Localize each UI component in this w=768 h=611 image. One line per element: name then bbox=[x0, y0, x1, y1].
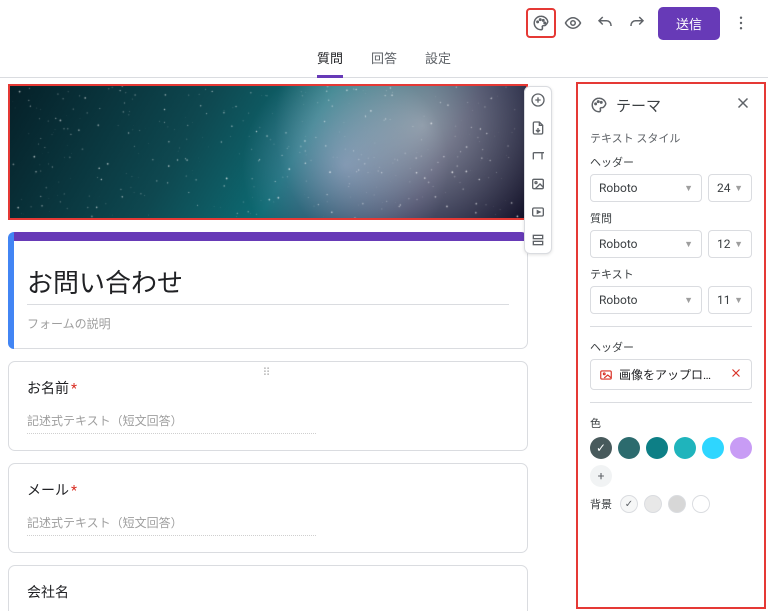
answer-placeholder: 記述式テキスト（短文回答） bbox=[27, 412, 316, 434]
send-button[interactable]: 送信 bbox=[658, 7, 720, 40]
color-swatch[interactable] bbox=[674, 437, 696, 459]
bg-swatch[interactable] bbox=[644, 495, 662, 513]
color-swatches: ✓+ bbox=[590, 437, 752, 487]
question-size-select[interactable]: 12▼ bbox=[708, 230, 752, 258]
upload-image-chip[interactable]: 画像をアップロ… bbox=[590, 359, 752, 390]
text-font-select[interactable]: Roboto▼ bbox=[590, 286, 702, 314]
question-label: メール* bbox=[27, 480, 509, 514]
question-card-3[interactable]: 会社名 記述式テキスト（短文回答） bbox=[8, 565, 528, 611]
question-font-select[interactable]: Roboto▼ bbox=[590, 230, 702, 258]
form-canvas: お問い合わせ フォームの説明 ⠿ お名前* 記述式テキスト（短文回答） メール*… bbox=[0, 78, 576, 611]
title-card[interactable]: お問い合わせ フォームの説明 bbox=[8, 232, 528, 349]
more-icon[interactable] bbox=[726, 8, 756, 38]
header-image-decoration bbox=[10, 86, 520, 218]
form-title[interactable]: お問い合わせ bbox=[27, 257, 509, 302]
answer-placeholder: 記述式テキスト（短文回答） bbox=[27, 514, 316, 536]
add-color-swatch[interactable]: + bbox=[590, 465, 612, 487]
add-image-icon[interactable] bbox=[529, 175, 547, 193]
section-text-style: テキスト スタイル bbox=[590, 130, 752, 146]
tab-settings[interactable]: 設定 bbox=[425, 48, 451, 75]
section-header-image: ヘッダー bbox=[590, 339, 752, 355]
theme-icon[interactable] bbox=[526, 8, 556, 38]
section-bg: 背景 bbox=[590, 496, 612, 512]
undo-icon[interactable] bbox=[590, 8, 620, 38]
top-toolbar: 送信 bbox=[0, 0, 768, 46]
text-size-select[interactable]: 11▼ bbox=[708, 286, 752, 314]
floating-toolbar bbox=[524, 86, 552, 254]
add-title-icon[interactable] bbox=[529, 147, 547, 165]
bg-swatches: ✓ bbox=[620, 495, 710, 513]
add-section-icon[interactable] bbox=[529, 231, 547, 249]
bg-swatch[interactable]: ✓ bbox=[620, 495, 638, 513]
remove-image-icon[interactable] bbox=[729, 366, 743, 383]
color-swatch[interactable]: ✓ bbox=[590, 437, 612, 459]
label-header-font: ヘッダー bbox=[590, 154, 752, 170]
preview-icon[interactable] bbox=[558, 8, 588, 38]
question-label: お名前* bbox=[27, 378, 509, 412]
redo-icon[interactable] bbox=[622, 8, 652, 38]
question-card-1[interactable]: ⠿ お名前* 記述式テキスト（短文回答） bbox=[8, 361, 528, 451]
color-swatch[interactable] bbox=[646, 437, 668, 459]
tab-responses[interactable]: 回答 bbox=[371, 48, 397, 75]
add-question-icon[interactable] bbox=[529, 91, 547, 109]
panel-title: テーマ bbox=[616, 95, 661, 116]
header-size-select[interactable]: 24▼ bbox=[708, 174, 752, 202]
import-question-icon[interactable] bbox=[529, 119, 547, 137]
color-swatch[interactable] bbox=[618, 437, 640, 459]
add-video-icon[interactable] bbox=[529, 203, 547, 221]
question-card-2[interactable]: メール* 記述式テキスト（短文回答） bbox=[8, 463, 528, 553]
upload-chip-label: 画像をアップロ… bbox=[619, 366, 711, 383]
form-description[interactable]: フォームの説明 bbox=[27, 305, 509, 332]
section-color: 色 bbox=[590, 415, 752, 431]
bg-swatch[interactable] bbox=[692, 495, 710, 513]
question-label: 会社名 bbox=[27, 582, 509, 611]
color-swatch[interactable] bbox=[730, 437, 752, 459]
label-question-font: 質問 bbox=[590, 210, 752, 226]
tabs: 質問 回答 設定 bbox=[0, 46, 768, 78]
close-panel-icon[interactable] bbox=[734, 94, 752, 116]
header-image[interactable] bbox=[8, 84, 528, 220]
label-text-font: テキスト bbox=[590, 266, 752, 282]
drag-handle-icon[interactable]: ⠿ bbox=[262, 366, 273, 379]
tab-questions[interactable]: 質問 bbox=[317, 48, 343, 78]
bg-swatch[interactable] bbox=[668, 495, 686, 513]
header-font-select[interactable]: Roboto▼ bbox=[590, 174, 702, 202]
palette-icon bbox=[590, 96, 608, 114]
color-swatch[interactable] bbox=[702, 437, 724, 459]
theme-panel: テーマ テキスト スタイル ヘッダー Roboto▼ 24▼ 質問 Roboto… bbox=[576, 82, 766, 609]
image-icon bbox=[599, 368, 613, 382]
